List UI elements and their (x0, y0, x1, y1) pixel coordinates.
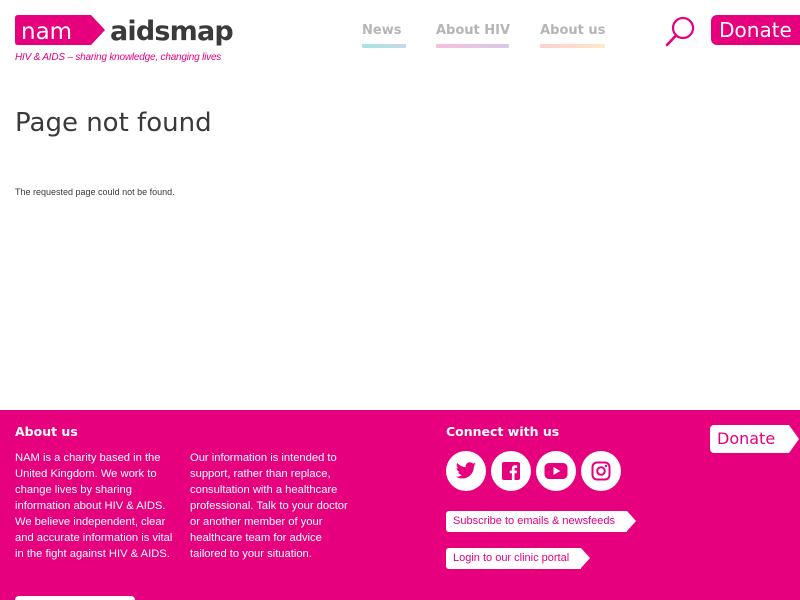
footer-about-heading: About us (15, 424, 78, 439)
site-tagline: HIV & AIDS – sharing knowledge, changing… (15, 52, 222, 63)
nav-underline (540, 44, 606, 48)
twitter-icon (455, 462, 477, 479)
main-nav: News About HIV About us (362, 22, 635, 48)
footer-connect-heading: Connect with us (446, 424, 560, 439)
facebook-icon (502, 462, 520, 480)
facebook-link[interactable] (491, 451, 531, 491)
nav-item-about-us[interactable]: About us (540, 22, 605, 48)
search-icon (665, 16, 695, 47)
footer-donate-button[interactable]: Donate (710, 425, 800, 453)
twitter-link[interactable] (446, 451, 486, 491)
footer-cut-off-button[interactable] (15, 596, 135, 600)
social-links (446, 451, 626, 491)
youtube-icon (544, 463, 568, 479)
site-footer: About us NAM is a charity based in the U… (0, 410, 800, 600)
search-button[interactable] (664, 14, 698, 48)
nam-aidsmap-logo-icon: nam aidsmap (15, 15, 234, 47)
svg-text:aidsmap: aidsmap (110, 16, 233, 47)
instagram-link[interactable] (581, 451, 621, 491)
subscribe-link[interactable]: Subscribe to emails & newsfeeds (446, 511, 637, 532)
nav-item-label: News (362, 23, 402, 38)
donate-button[interactable]: Donate (711, 15, 800, 45)
nav-underline (362, 44, 406, 48)
page-title: Page not found (15, 108, 212, 138)
nav-item-about-hiv[interactable]: About HIV (436, 22, 510, 48)
nav-item-label: About HIV (436, 23, 511, 38)
not-found-message: The requested page could not be found. (15, 187, 175, 197)
site-header: nam aidsmap HIV & AIDS – sharing knowled… (0, 0, 800, 80)
nav-item-news[interactable]: News (362, 22, 406, 48)
svg-text:nam: nam (21, 19, 72, 45)
instagram-icon (591, 461, 611, 481)
clinic-portal-login-link[interactable]: Login to our clinic portal (446, 548, 591, 569)
nav-underline (436, 44, 509, 48)
youtube-link[interactable] (536, 451, 576, 491)
footer-about-text: NAM is a charity based in the United Kin… (15, 452, 173, 560)
footer-disclaimer-text: Our information is intended to support, … (190, 452, 348, 560)
nav-item-label: About us (540, 23, 606, 38)
